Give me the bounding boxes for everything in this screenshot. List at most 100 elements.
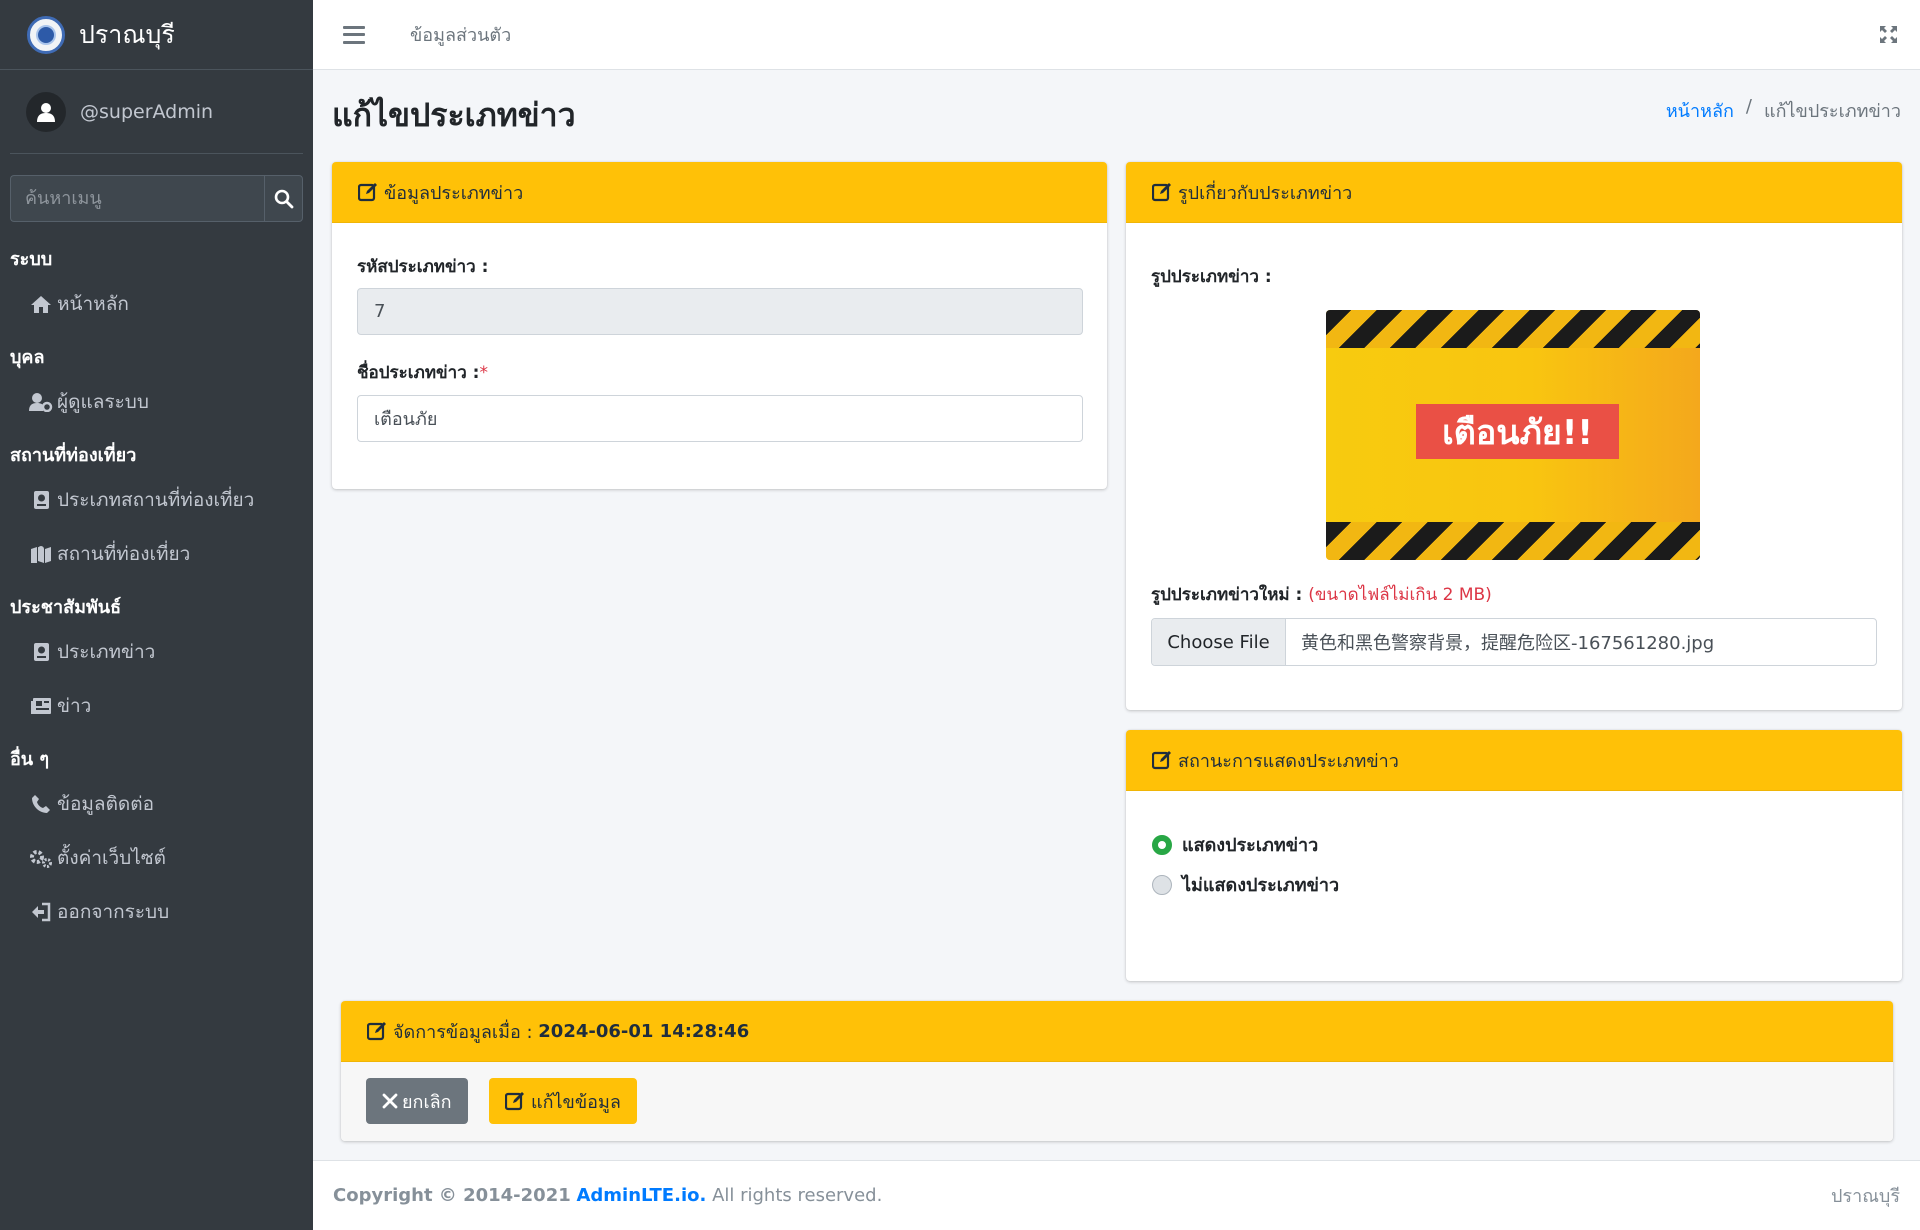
breadcrumb-separator: / (1745, 96, 1752, 117)
user-name: @superAdmin (80, 100, 214, 123)
cancel-label: ยกเลิก (402, 1091, 452, 1113)
top-navbar: ข้อมูลส่วนตัว (313, 0, 1920, 70)
user-cog-icon (29, 391, 53, 413)
radio-hide[interactable]: ไม่แสดงประเภทข่าว (1152, 870, 1339, 899)
user-panel[interactable]: @superAdmin (10, 70, 303, 154)
menu-toggle-icon[interactable] (343, 25, 365, 44)
radio-unchecked[interactable] (1152, 874, 1172, 895)
nav-header-others: อื่น ๆ (10, 749, 50, 770)
sidebar-item-label: ผู้ดูแลระบบ (57, 391, 149, 413)
brand-text: ปราณบุรี (79, 19, 175, 49)
profile-link[interactable]: ข้อมูลส่วนตัว (410, 20, 511, 49)
news-type-id-label: รหัสประเภทข่าว : (357, 257, 489, 277)
radio-show[interactable]: แสดงประเภทข่าว (1152, 830, 1318, 859)
radio-show-label: แสดงประเภทข่าว (1182, 835, 1319, 856)
menu-search-input[interactable] (10, 175, 264, 222)
sidebar-item-label: ข้อมูลติดต่อ (57, 793, 154, 815)
footer-right: ปราณบุรี (1831, 1186, 1900, 1207)
phone-icon (29, 793, 53, 815)
sign-out-icon (29, 901, 53, 923)
card-footer: ยกเลิก แก้ไขข้อมูล (341, 1062, 1893, 1141)
save-button[interactable]: แก้ไขข้อมูล (489, 1078, 637, 1124)
news-type-name-label: ชื่อประเภทข่าว : (357, 363, 480, 383)
sidebar-item-label: ประเภทข่าว (57, 641, 156, 663)
nav-header-system: ระบบ (10, 249, 53, 270)
home-icon (29, 293, 53, 315)
card-title: รูปเกี่ยวกับประเภทข่าว (1178, 182, 1353, 204)
sidebar-item-places[interactable]: สถานที่ท่องเที่ยว (29, 539, 190, 569)
copyright-suffix: All rights reserved. (712, 1185, 883, 1206)
copyright-prefix: Copyright © 2014-2021 (333, 1185, 571, 1206)
card-header: จัดการข้อมูลเมื่อ : 2024-06-01 14:28:46 (341, 1001, 1893, 1062)
sidebar: ปราณบุรี @superAdmin ระบบ หน้าหลัก บุคล … (0, 0, 313, 1230)
edit-icon (1152, 183, 1171, 202)
book-icon (29, 489, 53, 511)
display-status-card: สถานะการแสดงประเภทข่าว แสดงประเภทข่าว ไม… (1126, 730, 1902, 981)
current-image-label: รูปประเภทข่าว : (1151, 267, 1272, 287)
brand-link[interactable]: ปราณบุรี (0, 0, 313, 70)
search-icon (274, 189, 293, 208)
news-type-info-card: ข้อมูลประเภทข่าว รหัสประเภทข่าว : ชื่อปร… (332, 162, 1107, 489)
sidebar-item-site-settings[interactable]: ตั้งค่าเว็บไซต์ (29, 843, 166, 873)
image-file-input[interactable]: Choose File 黄色和黑色警察背景，提醒危险区-167561280.jp… (1151, 618, 1877, 666)
save-label: แก้ไขข้อมูล (531, 1091, 621, 1113)
map-icon (29, 543, 53, 565)
sidebar-item-place-types[interactable]: ประเภทสถานที่ท่องเที่ยว (29, 485, 254, 515)
new-image-label: รูปประเภทข่าวใหม่ : (1151, 585, 1303, 605)
chosen-file-name: 黄色和黑色警察背景，提醒危险区-167561280.jpg (1301, 633, 1715, 654)
nav-header-pr: ประชาสัมพันธ์ (10, 597, 122, 618)
sidebar-item-label: ข่าว (57, 695, 92, 717)
breadcrumb: หน้าหลัก / แก้ไขประเภทข่าว (1666, 96, 1901, 125)
sidebar-item-label: สถานที่ท่องเที่ยว (57, 543, 191, 565)
book-icon (29, 641, 53, 663)
nav-header-people: บุคล (10, 347, 45, 368)
nav-header-tourism: สถานที่ท่องเที่ยว (10, 445, 137, 466)
news-type-id-field (357, 288, 1083, 335)
sidebar-item-news-types[interactable]: ประเภทข่าว (29, 637, 155, 667)
card-title: ข้อมูลประเภทข่าว (384, 182, 524, 204)
cogs-icon (29, 847, 53, 869)
footer: Copyright © 2014-2021 AdminLTE.io. All r… (313, 1160, 1920, 1230)
brand-logo-icon (27, 15, 65, 54)
edit-icon (505, 1092, 524, 1111)
sidebar-search (10, 175, 303, 222)
news-type-name-field[interactable] (357, 395, 1083, 442)
sidebar-item-home[interactable]: หน้าหลัก (29, 289, 129, 319)
sidebar-item-news[interactable]: ข่าว (29, 691, 91, 721)
card-header: รูปเกี่ยวกับประเภทข่าว (1126, 162, 1902, 223)
news-type-image: เตือนภัย!! (1326, 310, 1700, 560)
sidebar-item-admins[interactable]: ผู้ดูแลระบบ (29, 387, 149, 417)
manage-timestamp: 2024-06-01 14:28:46 (538, 1020, 750, 1042)
cancel-button[interactable]: ยกเลิก (366, 1078, 468, 1124)
edit-icon (1152, 751, 1171, 770)
radio-hide-label: ไม่แสดงประเภทข่าว (1182, 875, 1340, 896)
manage-card: จัดการข้อมูลเมื่อ : 2024-06-01 14:28:46 … (341, 1001, 1893, 1141)
close-icon (382, 1093, 398, 1109)
user-icon (26, 91, 66, 132)
card-header: สถานะการแสดงประเภทข่าว (1126, 730, 1902, 791)
edit-icon (358, 183, 377, 202)
copyright: Copyright © 2014-2021 AdminLTE.io. All r… (333, 1185, 882, 1206)
edit-icon (367, 1022, 386, 1041)
choose-file-button[interactable]: Choose File (1152, 619, 1286, 665)
breadcrumb-current: แก้ไขประเภทข่าว (1763, 101, 1901, 122)
page-title: แก้ไขประเภทข่าว (332, 96, 576, 134)
manage-label: จัดการข้อมูลเมื่อ : (393, 1021, 533, 1043)
sidebar-item-label: ประเภทสถานที่ท่องเที่ยว (57, 489, 255, 511)
required-mark: * (479, 363, 488, 383)
warning-image-text: เตือนภัย!! (1442, 412, 1593, 453)
news-type-image-card: รูปเกี่ยวกับประเภทข่าว รูปประเภทข่าว : เ… (1126, 162, 1902, 710)
search-button[interactable] (264, 175, 303, 222)
card-title: สถานะการแสดงประเภทข่าว (1178, 750, 1399, 772)
radio-checked[interactable] (1152, 834, 1172, 855)
news-type-name-label-row: ชื่อประเภทข่าว :* (357, 359, 488, 386)
sidebar-item-logout[interactable]: ออกจากระบบ (29, 897, 169, 927)
sidebar-item-contact[interactable]: ข้อมูลติดต่อ (29, 789, 154, 819)
fullscreen-icon[interactable] (1879, 25, 1898, 44)
file-size-hint: (ขนาดไฟล์ไม่เกิน 2 MB) (1308, 585, 1492, 605)
sidebar-item-label: หน้าหลัก (57, 293, 129, 315)
sidebar-item-label: ตั้งค่าเว็บไซต์ (57, 847, 167, 869)
adminlte-link[interactable]: AdminLTE.io. (576, 1185, 706, 1206)
newspaper-icon (29, 695, 53, 717)
breadcrumb-home-link[interactable]: หน้าหลัก (1666, 96, 1734, 125)
